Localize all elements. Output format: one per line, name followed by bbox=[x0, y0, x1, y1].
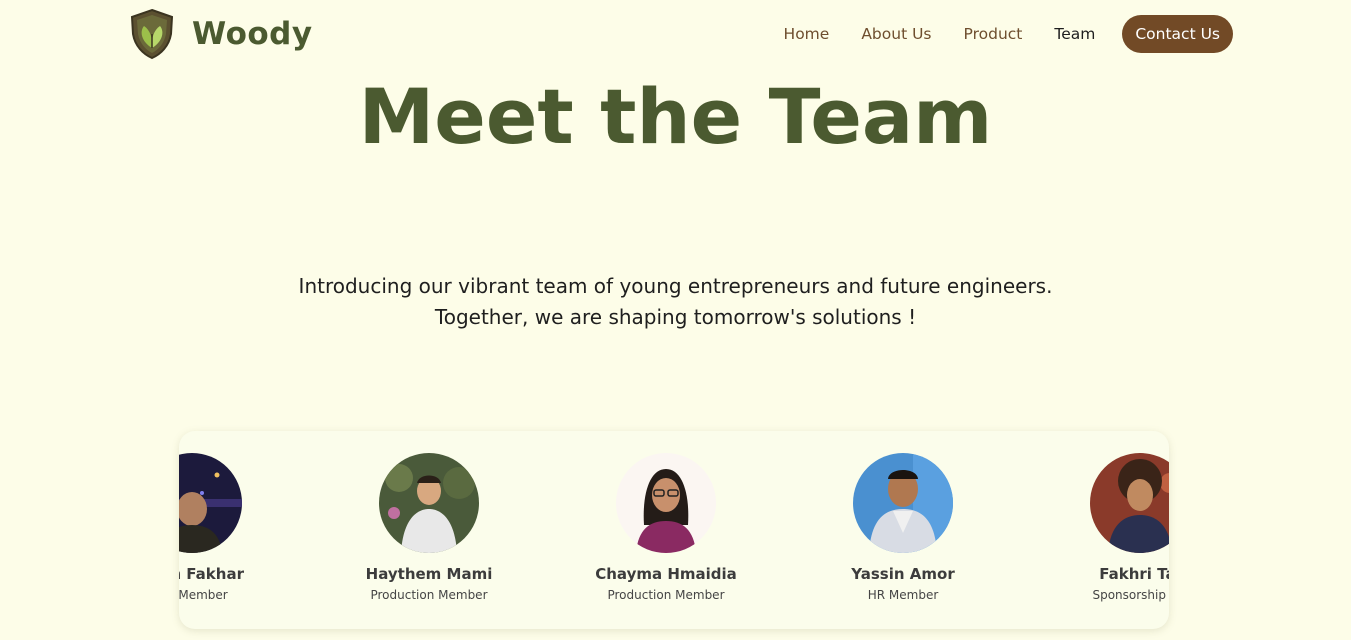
nav-product[interactable]: Product bbox=[964, 15, 1023, 53]
brand-logo-link[interactable]: Woody bbox=[128, 8, 313, 60]
team-member-card[interactable]: Yassin Amor HR Member bbox=[803, 453, 1003, 602]
member-role: HR Member bbox=[867, 588, 939, 602]
shield-leaf-icon bbox=[130, 8, 174, 60]
nav-home[interactable]: Home bbox=[784, 15, 830, 53]
member-photo bbox=[179, 453, 242, 553]
team-member-card[interactable]: Fakhri Tal Sponsorship Me bbox=[1040, 453, 1169, 602]
team-member-card[interactable]: Chayma Hmaidia Production Member bbox=[566, 453, 766, 602]
member-name: alem Fakhar bbox=[179, 565, 244, 583]
contact-us-button[interactable]: Contact Us bbox=[1122, 15, 1233, 53]
member-name: Fakhri Tal bbox=[1099, 565, 1169, 583]
intro-line-2: Together, we are shaping tomorrow's solu… bbox=[434, 305, 917, 329]
member-photo bbox=[853, 453, 953, 553]
member-role: Production Member bbox=[607, 588, 725, 602]
nav-about-us[interactable]: About Us bbox=[861, 15, 931, 53]
member-name: Yassin Amor bbox=[851, 565, 955, 583]
member-avatar bbox=[616, 453, 716, 553]
member-role: Production Member bbox=[370, 588, 488, 602]
member-photo bbox=[379, 453, 479, 553]
team-member-card[interactable]: alem Fakhar ion Member bbox=[179, 453, 292, 602]
member-name: Chayma Hmaidia bbox=[595, 565, 737, 583]
brand-name: Woody bbox=[192, 16, 313, 52]
team-member-card[interactable]: Haythem Mami Production Member bbox=[329, 453, 529, 602]
member-name: Haythem Mami bbox=[365, 565, 493, 583]
member-photo bbox=[616, 453, 716, 553]
member-role: ion Member bbox=[179, 588, 228, 602]
intro-line-1: Introducing our vibrant team of young en… bbox=[298, 274, 1053, 298]
member-role: Sponsorship Me bbox=[1092, 588, 1169, 602]
team-carousel[interactable]: alem Fakhar ion Member Haythem Mami Prod… bbox=[179, 431, 1169, 629]
member-avatar bbox=[179, 453, 242, 553]
page-title: Meet the Team bbox=[358, 72, 993, 161]
member-photo bbox=[1090, 453, 1169, 553]
nav-team[interactable]: Team bbox=[1054, 15, 1095, 53]
member-avatar bbox=[379, 453, 479, 553]
member-avatar bbox=[853, 453, 953, 553]
page: Woody Home About Us Product Team Contact… bbox=[0, 0, 1351, 640]
intro-text: Introducing our vibrant team of young en… bbox=[0, 271, 1351, 333]
member-avatar bbox=[1090, 453, 1169, 553]
main-nav: Home About Us Product Team Contact Us bbox=[752, 15, 1233, 53]
